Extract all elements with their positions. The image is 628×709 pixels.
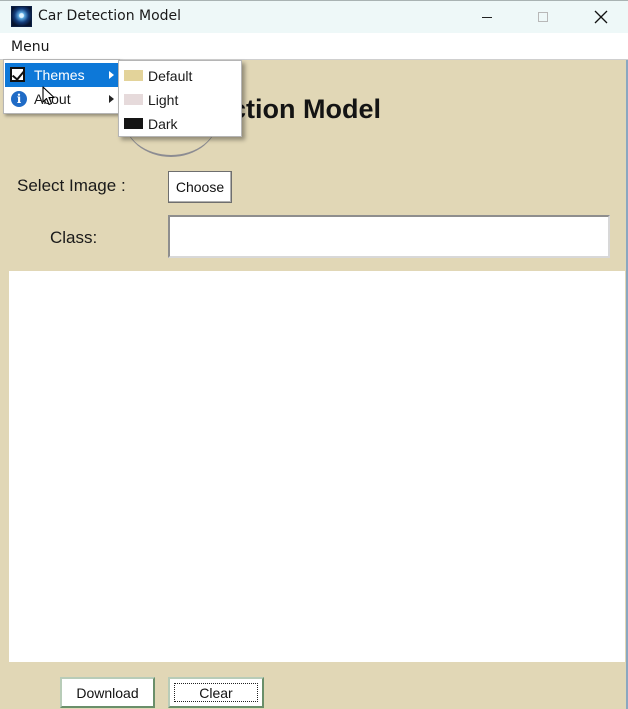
class-field[interactable]: [168, 215, 610, 258]
select-image-label: Select Image :: [17, 176, 126, 195]
focus-ring: [174, 683, 258, 702]
themes-submenu: Default Light Dark: [118, 60, 242, 137]
window-title: Car Detection Model: [38, 8, 182, 24]
theme-label: Dark: [148, 116, 178, 132]
theme-label: Light: [148, 92, 179, 108]
submenu-arrow-icon: [109, 71, 114, 79]
menu-item-about[interactable]: i About: [5, 87, 118, 111]
menu-item-themes[interactable]: Themes: [5, 63, 118, 87]
mouse-cursor-icon: [42, 86, 55, 106]
download-button[interactable]: Download: [60, 677, 155, 708]
checkbox-icon: [10, 67, 25, 82]
image-display-area: [9, 271, 625, 662]
close-button[interactable]: [578, 1, 624, 33]
title-bar: Car Detection Model: [0, 0, 628, 33]
info-icon: i: [11, 91, 27, 107]
dark-swatch-icon: [124, 118, 143, 129]
theme-light[interactable]: Light: [119, 88, 241, 112]
theme-default[interactable]: Default: [119, 64, 241, 88]
app-icon: [11, 6, 32, 27]
menu-item-label: Themes: [34, 67, 85, 83]
menu-bar: Menu: [0, 33, 628, 60]
clear-button[interactable]: Clear: [168, 677, 264, 708]
class-label: Class:: [50, 228, 98, 247]
close-icon: [594, 10, 608, 24]
menu-button[interactable]: Menu: [11, 39, 49, 55]
minimize-button[interactable]: [464, 1, 510, 33]
submenu-arrow-icon: [109, 95, 114, 103]
theme-label: Default: [148, 68, 193, 84]
menu-dropdown: Themes i About: [3, 59, 120, 114]
light-swatch-icon: [124, 94, 143, 105]
maximize-button[interactable]: [520, 1, 566, 33]
minimize-icon: [482, 16, 492, 18]
theme-dark[interactable]: Dark: [119, 112, 241, 136]
maximize-icon: [538, 12, 548, 22]
choose-button[interactable]: Choose: [168, 171, 232, 203]
default-swatch-icon: [124, 70, 143, 81]
